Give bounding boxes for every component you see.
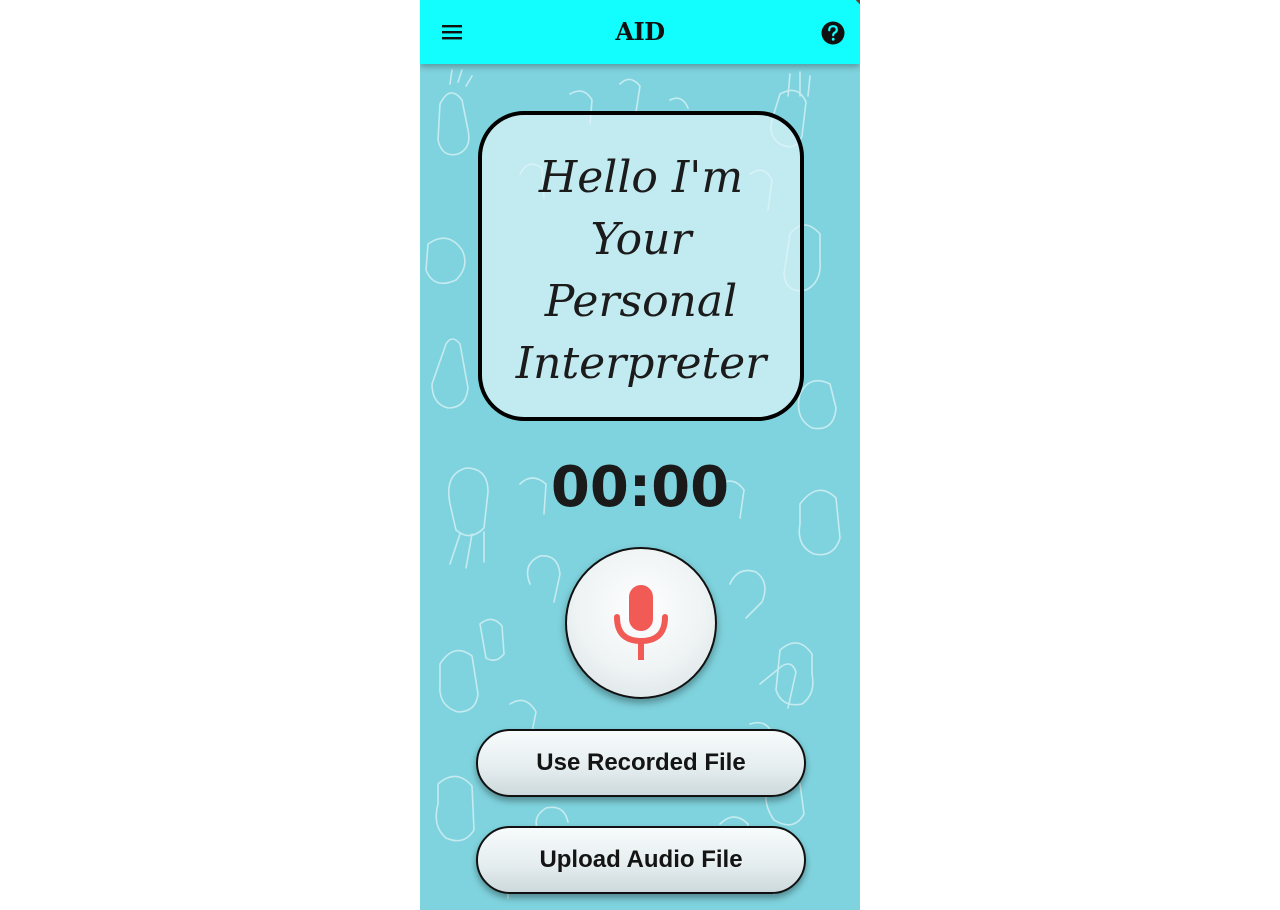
greeting-line: Interpreter bbox=[515, 338, 767, 389]
use-recorded-file-button[interactable]: Use Recorded File bbox=[476, 729, 806, 797]
use-recorded-file-label: Use Recorded File bbox=[536, 749, 746, 776]
greeting-card: Hello I'm Your Personal Interpreter bbox=[478, 111, 804, 421]
help-circle-icon[interactable] bbox=[820, 20, 846, 46]
phone-screen: AID Hello I'm Your Personal Interpreter … bbox=[420, 0, 860, 910]
app-title: AID bbox=[615, 17, 665, 46]
upload-audio-file-button[interactable]: Upload Audio File bbox=[476, 826, 806, 894]
microphone-icon bbox=[614, 585, 668, 660]
greeting-line: Personal bbox=[544, 276, 738, 327]
upload-audio-file-label: Upload Audio File bbox=[539, 846, 743, 873]
hamburger-menu-icon[interactable] bbox=[438, 20, 466, 44]
record-button[interactable] bbox=[565, 547, 717, 699]
greeting-text: Hello I'm Your Personal Interpreter bbox=[482, 147, 800, 395]
app-bar: AID bbox=[420, 0, 860, 64]
recording-timer: 00:00 bbox=[550, 455, 730, 520]
greeting-line: Your bbox=[590, 214, 692, 265]
greeting-line: Hello I'm bbox=[538, 152, 744, 203]
